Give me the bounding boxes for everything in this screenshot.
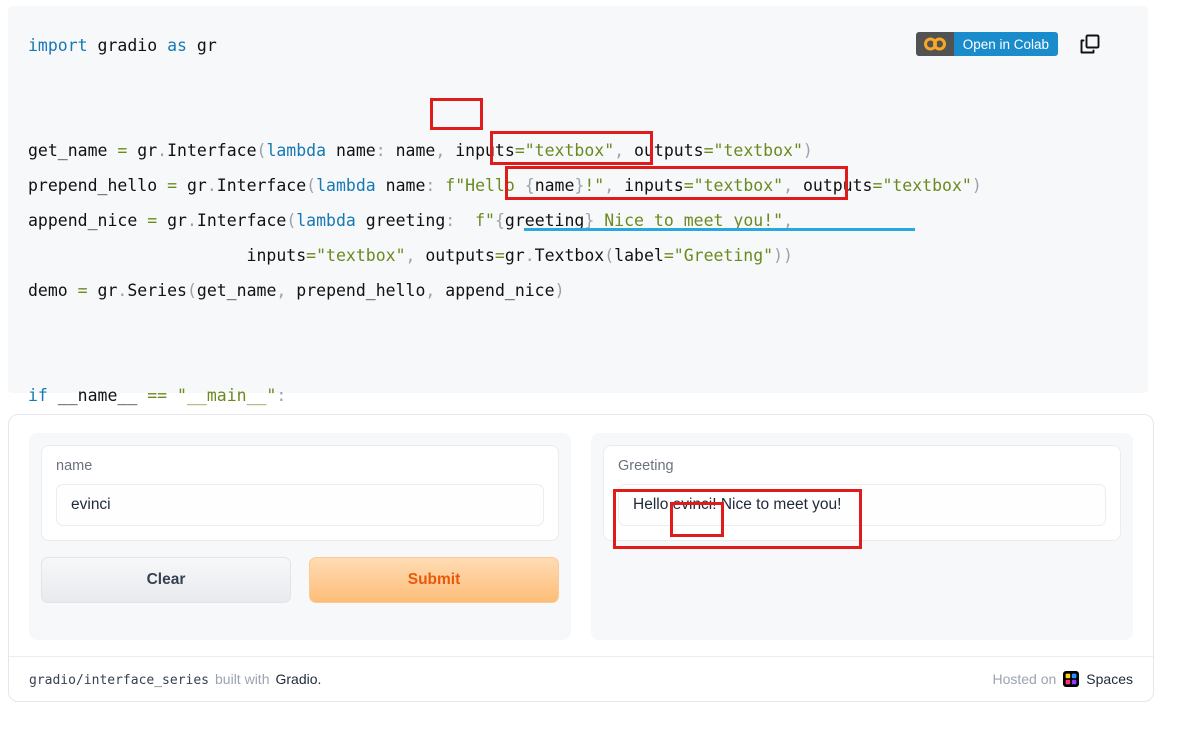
built-with-label: built with (215, 670, 270, 687)
copy-icon[interactable] (1078, 32, 1102, 56)
greeting-output-value[interactable]: Hello evinci! Nice to meet you! (618, 484, 1106, 526)
demo-body: name Clear Submit Greeting Hello evinci!… (9, 415, 1153, 658)
name-input[interactable] (56, 484, 544, 526)
footer-right: Hosted on Spaces (992, 671, 1133, 687)
name-input-block: name (41, 445, 559, 541)
gradio-link[interactable]: Gradio. (275, 671, 321, 687)
hosted-on-label: Hosted on (992, 671, 1057, 687)
footer-left: gradio/interface_series built with Gradi… (29, 671, 321, 688)
code-text: import gradio as gr get_name = gr.Interf… (28, 36, 982, 440)
spaces-grid-icon (1063, 671, 1080, 687)
demo-footer: gradio/interface_series built with Gradi… (9, 656, 1153, 701)
code-block: import gradio as gr get_name = gr.Interf… (8, 6, 1148, 440)
spaces-label[interactable]: Spaces (1086, 671, 1133, 687)
input-panel: name Clear Submit (29, 433, 571, 640)
gradio-demo-card: name Clear Submit Greeting Hello evinci!… (8, 414, 1154, 702)
output-panel: Greeting Hello evinci! Nice to meet you! (591, 433, 1133, 640)
submit-button[interactable]: Submit (309, 557, 559, 603)
greeting-output-label: Greeting (618, 458, 674, 474)
name-input-label: name (56, 458, 93, 474)
colab-logo-icon (915, 32, 954, 56)
action-button-row: Clear Submit (41, 557, 559, 603)
open-in-colab-badge[interactable]: Open in Colab (915, 32, 1058, 56)
clear-button[interactable]: Clear (41, 557, 291, 603)
greeting-output-block: Greeting Hello evinci! Nice to meet you! (603, 445, 1121, 541)
repo-name[interactable]: gradio/interface_series (29, 673, 209, 688)
open-in-colab-label: Open in Colab (953, 32, 1058, 56)
